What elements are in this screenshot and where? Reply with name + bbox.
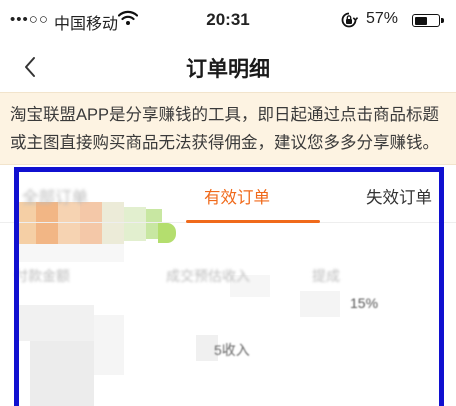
commission-rate: 15%: [350, 295, 379, 311]
navigation-bar: 订单明细: [0, 40, 456, 92]
notice-line-1: 淘宝联盟APP是分享赚钱的工具，即日起通过点击商品标题: [10, 106, 440, 124]
payment-amount-label: 付款金额: [14, 268, 70, 284]
income-label: 5收入: [214, 342, 250, 358]
order-tabs: 全部订单 有效订单 失效订单: [0, 165, 456, 223]
tab-valid-orders[interactable]: 有效订单: [204, 184, 270, 208]
mosaic-block: [14, 244, 124, 262]
mosaic-block: [14, 305, 94, 341]
active-tab-indicator: [186, 220, 320, 223]
status-bar: •••○○ 中国移动 20:31 57%: [0, 0, 456, 40]
page-title: 订单明细: [186, 58, 270, 81]
battery-nub: [441, 18, 444, 23]
mosaic-block: [94, 315, 124, 375]
battery-fill: [414, 16, 428, 25]
mosaic-block: [300, 291, 340, 317]
notice-line-2: 或主图直接购买商品无法获得佣金，建议您多多分享赚钱。: [10, 134, 439, 152]
mosaic-block: [158, 223, 176, 243]
notice-banner: 淘宝联盟APP是分享赚钱的工具，即日起通过点击商品标题 或主图直接购买商品无法获…: [0, 92, 456, 165]
commission-label: 提成: [312, 268, 340, 284]
tab-all-orders[interactable]: 全部订单: [22, 184, 88, 208]
estimated-income-label: 成交预估收入: [166, 268, 250, 284]
orders-panel: 全部订单 有效订单 失效订单 付款金额 成交预估收入 提成 15% 5收入: [0, 165, 456, 406]
mosaic-block: [30, 341, 94, 406]
battery-icon: [412, 14, 444, 27]
orientation-lock-icon: [340, 11, 359, 32]
battery-percentage: 57%: [366, 10, 399, 27]
tab-invalid-orders[interactable]: 失效订单: [366, 184, 432, 208]
